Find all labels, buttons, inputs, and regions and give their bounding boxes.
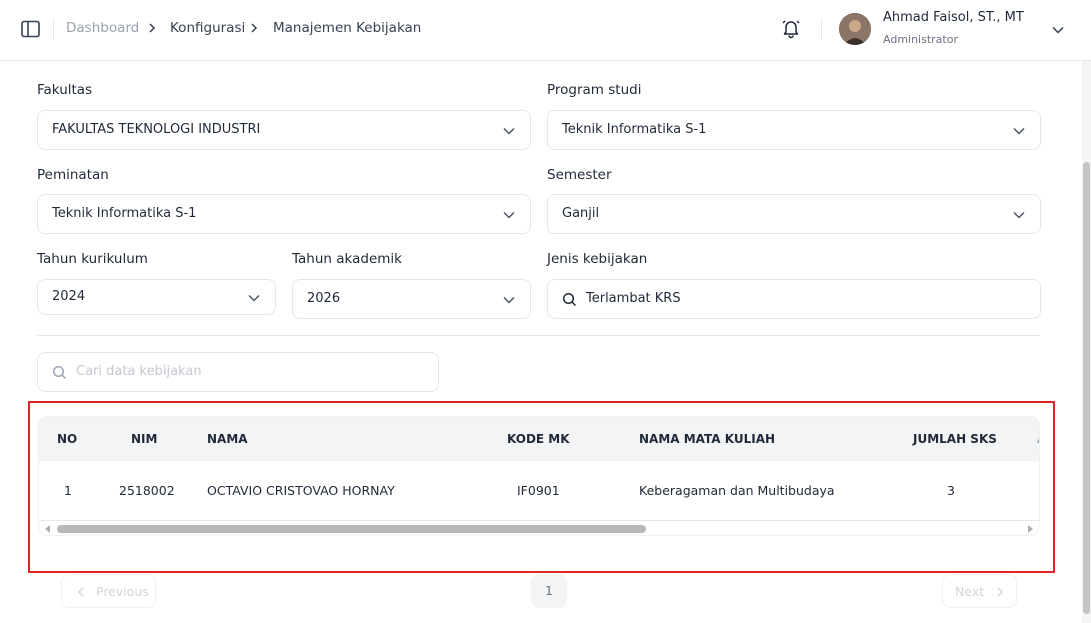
peminatan-select[interactable]: Teknik Informatika S-1 [37,194,531,234]
chevron-down-icon [503,127,515,135]
search-icon [52,365,67,380]
chevron-down-icon [1013,127,1025,135]
chevron-down-icon [503,211,515,219]
cell-kode-mk: IF0901 [517,483,560,498]
search-icon [562,292,577,307]
avatar[interactable] [839,13,871,45]
jenis-kebijakan-input[interactable]: Terlambat KRS [547,279,1041,319]
column-header-kode-mk: KODE MK [507,432,570,446]
table-header: NO NIM NAMA KODE MK NAMA MATA KULIAH JUM… [39,417,1039,461]
user-avatar-icon [839,13,871,45]
program-studi-value: Teknik Informatika S-1 [562,122,707,137]
column-header-nama: NAMA [207,432,248,446]
cell-nim: 2518002 [119,483,175,498]
next-button[interactable]: Next [942,574,1017,608]
vertical-scrollbar-thumb[interactable] [1083,162,1090,614]
semester-value: Ganjil [562,206,600,221]
page-number[interactable]: 1 [531,574,567,608]
horizontal-scrollbar-thumb[interactable] [57,525,646,533]
semester-label: Semester [547,167,612,183]
top-bar: Dashboard Konfigurasi Manajemen Kebijaka… [0,0,1091,61]
semester-select[interactable]: Ganjil [547,194,1041,234]
horizontal-scrollbar[interactable] [39,521,1039,535]
scroll-right-icon[interactable] [1028,525,1033,533]
breadcrumb-konfigurasi[interactable]: Konfigurasi [170,19,245,37]
tahun-kurikulum-label: Tahun kurikulum [37,251,148,267]
program-studi-select[interactable]: Teknik Informatika S-1 [547,110,1041,150]
column-header-no: NO [57,432,78,446]
user-name: Ahmad Faisol, ST., MT [883,10,1024,25]
chevron-right-icon [997,587,1004,597]
chevron-left-icon [77,587,84,597]
tahun-kurikulum-select[interactable]: 2024 [37,279,276,315]
column-header-overflow: A [1037,432,1039,446]
fakultas-select[interactable]: FAKULTAS TEKNOLOGI INDUSTRI [37,110,531,150]
previous-label: Previous [96,584,149,599]
chevron-down-icon [248,294,260,302]
table-row[interactable]: 1 2518002 OCTAVIO CRISTOVAO HORNAY IF090… [39,461,1039,521]
breadcrumb-dashboard[interactable]: Dashboard [66,19,139,37]
divider [821,18,822,40]
search-input[interactable]: Cari data kebijakan [37,352,439,392]
fakultas-value: FAKULTAS TEKNOLOGI INDUSTRI [52,122,261,137]
divider [53,18,54,40]
chevron-down-icon [503,296,515,304]
program-studi-label: Program studi [547,82,642,98]
tahun-kurikulum-value: 2024 [52,289,86,304]
chevron-right-icon [149,23,156,33]
cell-jumlah-sks: 3 [947,483,955,498]
chevron-right-icon [251,23,258,33]
data-table: NO NIM NAMA KODE MK NAMA MATA KULIAH JUM… [38,416,1040,536]
cell-nama-mata-kuliah: Keberagaman dan Multibudaya [639,483,835,498]
peminatan-value: Teknik Informatika S-1 [52,206,197,221]
column-header-jumlah-sks: JUMLAH SKS [913,432,997,446]
previous-button[interactable]: Previous [61,574,156,608]
peminatan-label: Peminatan [37,167,109,183]
column-header-nim: NIM [131,432,158,446]
next-label: Next [955,584,985,599]
tahun-akademik-select[interactable]: 2026 [292,279,531,319]
sidebar-toggle-icon[interactable] [20,19,42,39]
fakultas-label: Fakultas [37,82,93,98]
cell-nama: OCTAVIO CRISTOVAO HORNAY [207,483,395,498]
jenis-kebijakan-value: Terlambat KRS [586,291,681,306]
divider [37,335,1040,336]
search-placeholder: Cari data kebijakan [76,364,202,379]
chevron-down-icon [1013,211,1025,219]
tahun-akademik-label: Tahun akademik [292,251,402,267]
column-header-nama-mata-kuliah: NAMA MATA KULIAH [639,432,776,446]
jenis-kebijakan-label: Jenis kebijakan [547,251,648,267]
tahun-akademik-value: 2026 [307,291,341,306]
user-role: Administrator [883,33,958,46]
breadcrumb-manajemen-kebijakan: Manajemen Kebijakan [273,20,422,36]
chevron-down-icon[interactable] [1050,22,1066,38]
bell-icon[interactable] [780,17,802,39]
scroll-left-icon[interactable] [45,525,50,533]
cell-no: 1 [64,483,72,498]
